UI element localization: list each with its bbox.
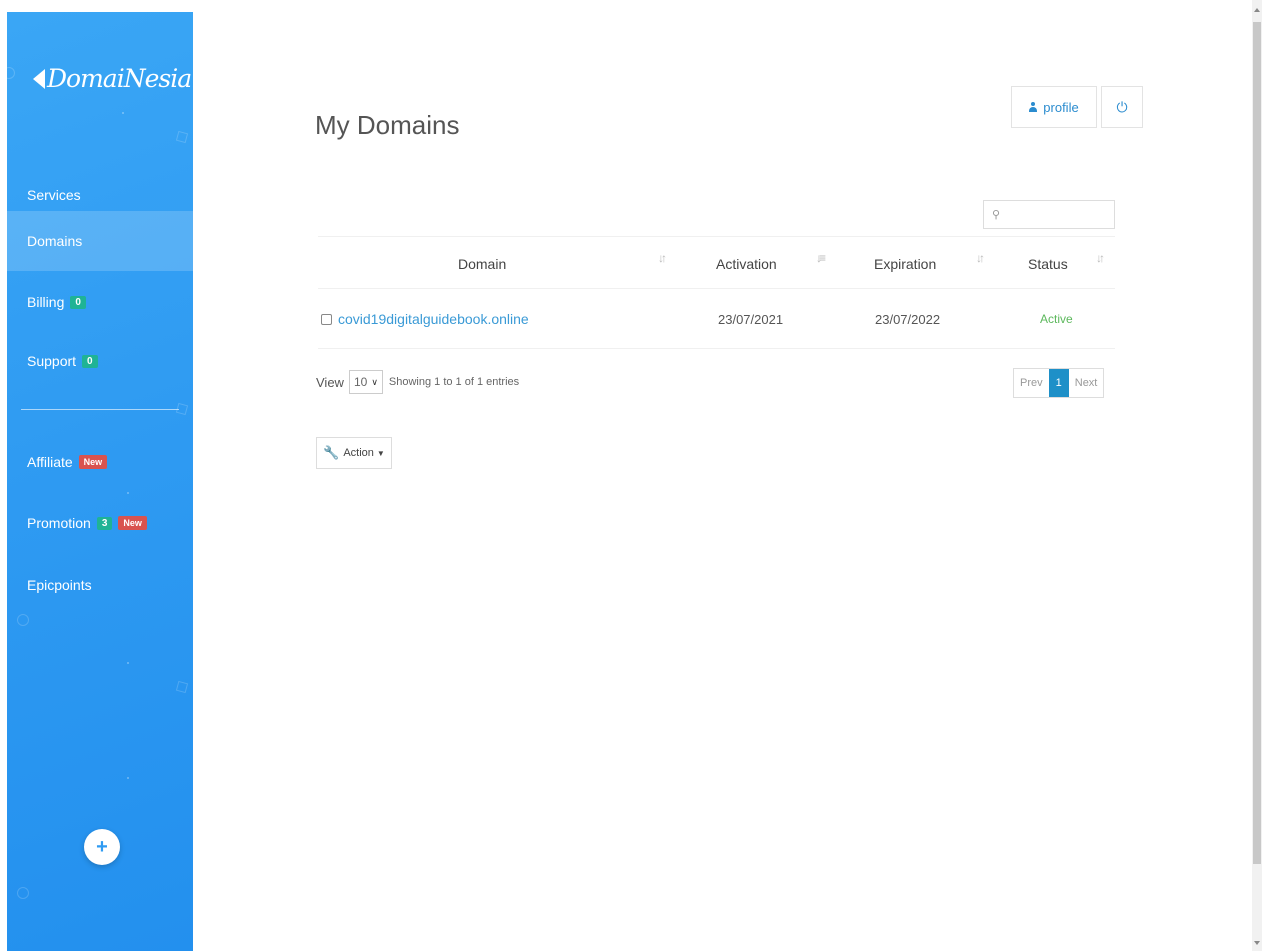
- new-badge: New: [118, 516, 147, 530]
- decoration: [175, 130, 189, 144]
- chevron-down-icon: ∨: [371, 376, 378, 387]
- logo-mark-icon: [33, 68, 45, 89]
- add-button[interactable]: +: [84, 829, 120, 865]
- search-box[interactable]: ⚲: [983, 200, 1115, 229]
- profile-label: profile: [1043, 99, 1079, 115]
- sort-asc-icon[interactable]: ↓≡: [816, 251, 826, 265]
- sidebar-item-label: Affiliate: [27, 454, 73, 470]
- action-label: Action: [343, 447, 374, 459]
- status-badge: Active: [1040, 312, 1073, 326]
- sidebar-item-support[interactable]: Support 0: [7, 331, 193, 391]
- column-label: Domain: [458, 255, 507, 272]
- decoration: [17, 614, 29, 626]
- plus-icon: +: [96, 835, 108, 858]
- sidebar-item-label: Support: [27, 353, 77, 369]
- column-label: Activation: [716, 255, 777, 272]
- domain-link[interactable]: covid19digitalguidebook.online: [338, 311, 529, 327]
- column-header-activation[interactable]: Activation: [716, 237, 777, 290]
- decoration: [7, 67, 15, 79]
- status-cell: Active: [1040, 289, 1073, 349]
- page-size-control: View 10 ∨ Showing 1 to 1 of 1 entries: [316, 370, 519, 394]
- sidebar-item-label: Billing: [27, 294, 65, 310]
- count-badge: 0: [70, 295, 86, 309]
- column-label: Status: [1028, 255, 1068, 272]
- table-row: covid19digitalguidebook.online 23/07/202…: [318, 289, 1115, 349]
- caret-down-icon: ▼: [376, 448, 385, 458]
- sidebar-item-epicpoints[interactable]: Epicpoints: [7, 555, 193, 615]
- scrollbar[interactable]: [1252, 0, 1262, 951]
- view-label: View: [316, 374, 344, 390]
- wrench-icon: 🔧: [323, 445, 340, 460]
- sidebar-item-label: Promotion: [27, 515, 91, 531]
- sidebar-divider: [21, 409, 179, 410]
- row-checkbox[interactable]: [321, 313, 332, 325]
- page-title: My Domains: [315, 110, 460, 140]
- next-page-button[interactable]: Next: [1069, 369, 1104, 397]
- decoration: [122, 112, 124, 114]
- page-size-value: 10: [353, 375, 368, 389]
- brand-logo[interactable]: DomaiNesia: [33, 64, 192, 93]
- search-input[interactable]: [1004, 207, 1105, 222]
- count-badge: 0: [82, 354, 98, 368]
- column-header-domain[interactable]: Domain: [458, 237, 506, 290]
- sidebar-item-label: Services: [27, 187, 81, 203]
- entries-info: Showing 1 to 1 of 1 entries: [388, 376, 520, 388]
- sidebar-item-billing[interactable]: Billing 0: [7, 272, 193, 332]
- sort-icon[interactable]: ↓↑: [658, 251, 667, 265]
- prev-page-button[interactable]: Prev: [1014, 369, 1049, 397]
- action-dropdown-button[interactable]: 🔧 Action ▼: [316, 437, 392, 469]
- sidebar-item-promotion[interactable]: Promotion 3 New: [7, 493, 193, 553]
- decoration: [175, 680, 189, 694]
- pagination: Prev 1 Next: [1013, 368, 1105, 398]
- new-badge: New: [78, 455, 108, 469]
- scrollbar-thumb[interactable]: [1253, 22, 1261, 864]
- user-icon: [1029, 102, 1038, 112]
- scroll-down-icon[interactable]: [1254, 941, 1260, 945]
- decoration: [17, 887, 29, 899]
- sidebar: DomaiNesia Services Domains Billing 0 Su…: [7, 12, 193, 951]
- scroll-up-icon[interactable]: [1254, 8, 1260, 12]
- table-header: Domain ↓↑ Activation ↓≡ Expiration ↓↑ St…: [318, 236, 1115, 289]
- page-button-current[interactable]: 1: [1048, 369, 1069, 397]
- decoration: [127, 777, 129, 779]
- sidebar-item-affiliate[interactable]: Affiliate New: [7, 432, 193, 492]
- column-label: Expiration: [874, 255, 937, 272]
- column-header-expiration[interactable]: Expiration: [874, 237, 936, 290]
- column-header-status[interactable]: Status: [1028, 237, 1068, 290]
- sidebar-item-label: Domains: [27, 233, 83, 249]
- profile-button[interactable]: profile: [1011, 86, 1097, 128]
- activation-cell: 23/07/2021: [718, 311, 784, 327]
- count-badge: 3: [96, 516, 113, 530]
- logout-button[interactable]: ⏻: [1101, 86, 1143, 128]
- sort-icon[interactable]: ↓↑: [1096, 251, 1105, 265]
- expiration-cell: 23/07/2022: [875, 311, 941, 327]
- sidebar-item-label: Epicpoints: [27, 577, 92, 593]
- search-icon: ⚲: [992, 209, 1001, 221]
- page-size-select[interactable]: 10 ∨: [348, 370, 383, 394]
- sort-icon[interactable]: ↓↑: [976, 251, 985, 265]
- domain-cell: covid19digitalguidebook.online: [321, 289, 529, 349]
- logo-text: DomaiNesia: [47, 64, 192, 93]
- power-icon: ⏻: [1116, 98, 1128, 115]
- sidebar-item-domains[interactable]: Domains: [7, 211, 193, 271]
- domains-table: Domain ↓↑ Activation ↓≡ Expiration ↓↑ St…: [318, 236, 1115, 349]
- decoration: [127, 662, 129, 664]
